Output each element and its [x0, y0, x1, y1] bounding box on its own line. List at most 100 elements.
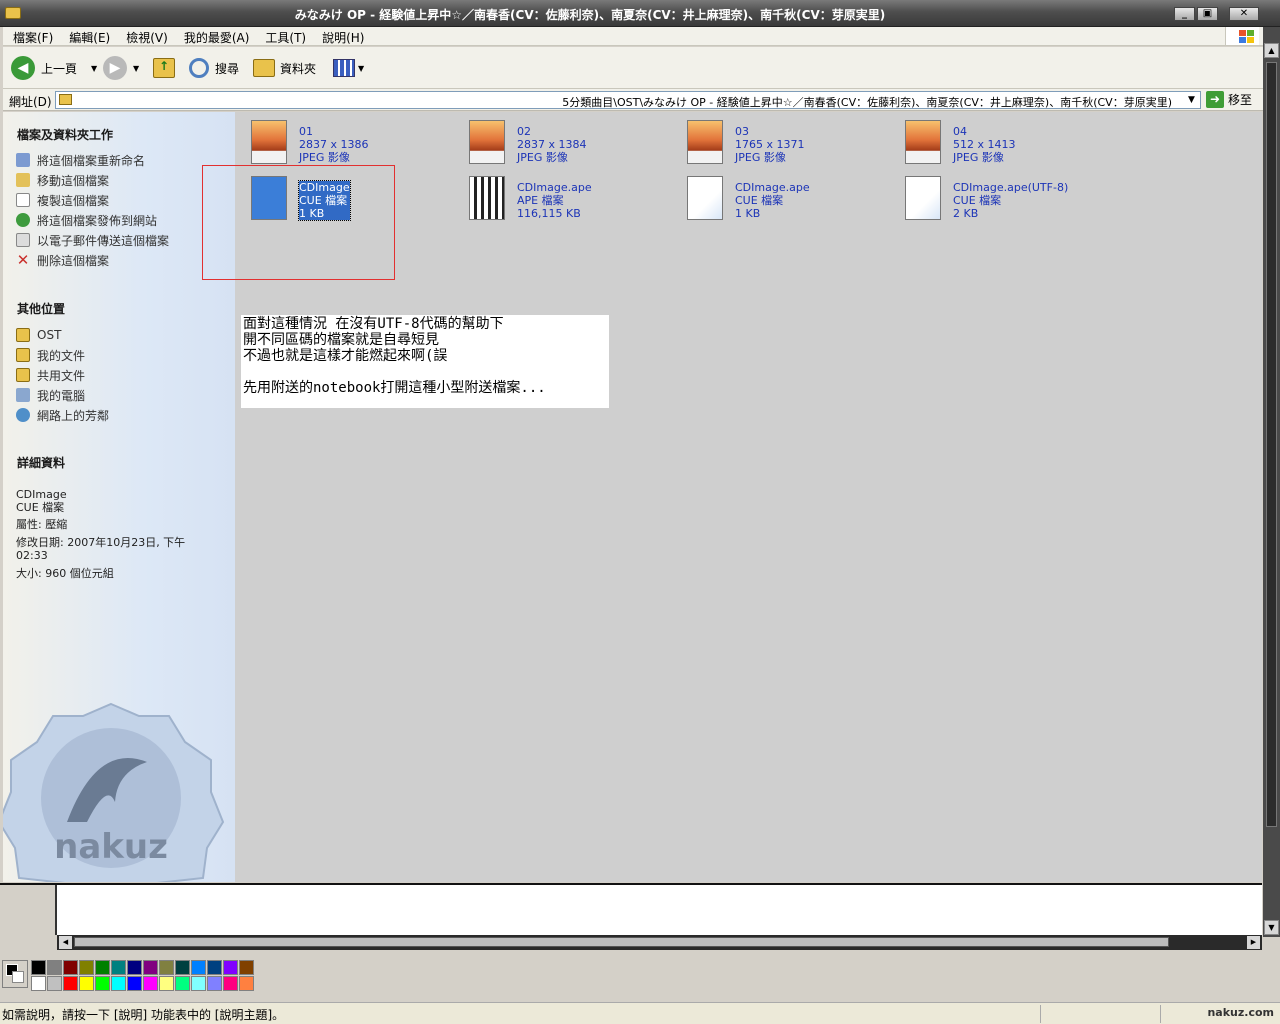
views-button[interactable]: ▼	[333, 55, 364, 81]
vertical-scrollbar[interactable]: ▲ ▼	[1263, 27, 1280, 937]
file-name: 03	[735, 125, 749, 138]
scroll-up-icon[interactable]: ▲	[1264, 43, 1279, 58]
color-swatch[interactable]	[79, 960, 94, 975]
menu-file[interactable]: 檔案(F)	[3, 27, 59, 46]
task-publish[interactable]: 將這個檔案發佈到網站	[16, 211, 157, 229]
detail-size: 大小: 960 個位元組	[16, 567, 114, 580]
color-swatch[interactable]	[159, 960, 174, 975]
place-label: OST	[37, 328, 62, 342]
file-item[interactable]: 03 1765 x 1371 JPEG 影像	[678, 117, 888, 164]
task-label: 以電子郵件傳送這個檔案	[37, 233, 170, 248]
place-shared-documents[interactable]: 共用文件	[16, 366, 85, 384]
search-icon	[189, 58, 209, 78]
color-swatch[interactable]	[63, 976, 78, 991]
search-label: 搜尋	[215, 61, 240, 76]
go-button[interactable]: ➜ 移至	[1206, 91, 1252, 108]
horizontal-scrollbar[interactable]: ◀ ▶	[57, 935, 1262, 950]
other-places-title: 其他位置	[17, 302, 66, 316]
file-name: 04	[953, 125, 967, 138]
menu-help[interactable]: 說明(H)	[312, 27, 370, 46]
place-my-computer[interactable]: 我的電腦	[16, 386, 85, 404]
color-swatch[interactable]	[31, 976, 46, 991]
file-item[interactable]: CDImage.ape CUE 檔案 1 KB	[678, 173, 888, 220]
color-swatch[interactable]	[127, 976, 142, 991]
file-item[interactable]: CDImage.ape(UTF-8) CUE 檔案 2 KB	[896, 173, 1106, 220]
task-delete[interactable]: ✕ 刪除這個檔案	[16, 251, 109, 269]
forward-button[interactable]: ▶ ▼	[103, 55, 139, 81]
back-button[interactable]: ◀ 上一頁 ▼	[11, 55, 97, 81]
color-swatch[interactable]	[79, 976, 94, 991]
color-swatch[interactable]	[207, 976, 222, 991]
place-label: 我的文件	[37, 348, 86, 363]
address-label: 網址(D)	[9, 95, 52, 109]
color-swatch[interactable]	[31, 960, 46, 975]
search-button[interactable]: 搜尋	[189, 55, 239, 81]
color-swatch[interactable]	[239, 976, 254, 991]
close-button[interactable]: ✕	[1229, 7, 1259, 21]
place-my-documents[interactable]: 我的文件	[16, 346, 85, 364]
file-line2: 2837 x 1384	[517, 138, 587, 151]
file-meta: 04 512 x 1413 JPEG 影像	[953, 125, 1016, 164]
place-ost[interactable]: OST	[16, 326, 61, 344]
scroll-down-icon[interactable]: ▼	[1264, 920, 1279, 935]
menu-tools[interactable]: 工具(T)	[255, 27, 312, 46]
chevron-down-icon[interactable]: ▼	[1183, 92, 1200, 108]
up-folder-icon: ↑	[153, 58, 175, 78]
file-item[interactable]: CDImage.ape APE 檔案 116,115 KB	[460, 173, 670, 220]
minimize-button[interactable]: _	[1174, 7, 1195, 21]
task-copy[interactable]: 複製這個檔案	[16, 191, 109, 209]
color-swatch[interactable]	[47, 976, 62, 991]
task-rename[interactable]: 將這個檔案重新命名	[16, 151, 145, 169]
color-swatch[interactable]	[143, 960, 158, 975]
scroll-left-icon[interactable]: ◀	[59, 936, 72, 949]
place-label: 網路上的芳鄰	[37, 408, 110, 423]
color-swatch[interactable]	[191, 960, 206, 975]
color-swatch[interactable]	[143, 976, 158, 991]
color-swatch[interactable]	[175, 960, 190, 975]
address-input[interactable]: 5分類曲目\OST\みなみけ OP - 経験値上昇中☆／南春香(CV：佐藤利奈)…	[55, 91, 1201, 109]
vertical-scroll-thumb[interactable]	[1266, 62, 1277, 827]
menu-view[interactable]: 檢視(V)	[116, 27, 174, 46]
color-swatch[interactable]	[239, 960, 254, 975]
file-item[interactable]: 04 512 x 1413 JPEG 影像	[896, 117, 1106, 164]
menu-favorites[interactable]: 我的最愛(A)	[174, 27, 256, 46]
background-color[interactable]	[12, 971, 24, 983]
file-item[interactable]: 02 2837 x 1384 JPEG 影像	[460, 117, 670, 164]
color-swatch[interactable]	[111, 976, 126, 991]
file-name: 01	[299, 125, 313, 138]
color-swatch[interactable]	[175, 976, 190, 991]
place-label: 我的電腦	[37, 388, 86, 403]
color-swatch[interactable]	[111, 960, 126, 975]
color-swatch[interactable]	[95, 976, 110, 991]
file-meta: 02 2837 x 1384 JPEG 影像	[517, 125, 587, 164]
file-item[interactable]: 01 2837 x 1386 JPEG 影像	[242, 117, 452, 164]
network-icon	[16, 408, 30, 422]
color-swatch[interactable]	[223, 976, 238, 991]
color-swatch[interactable]	[207, 960, 222, 975]
color-swatch[interactable]	[63, 960, 78, 975]
detail-modified: 修改日期: 2007年10月23日, 下午	[16, 536, 186, 549]
up-folder-button[interactable]: ↑	[153, 55, 175, 81]
color-swatch[interactable]	[223, 960, 238, 975]
color-swatch[interactable]	[95, 960, 110, 975]
file-meta: 01 2837 x 1386 JPEG 影像	[299, 125, 369, 164]
maximize-button[interactable]: ▣	[1197, 7, 1218, 21]
color-swatch[interactable]	[159, 976, 174, 991]
color-swatch[interactable]	[127, 960, 142, 975]
canvas-area[interactable]	[0, 883, 1262, 935]
color-swatch[interactable]	[191, 976, 206, 991]
scroll-right-icon[interactable]: ▶	[1247, 936, 1260, 949]
horizontal-scroll-thumb[interactable]	[74, 937, 1169, 947]
color-swatch[interactable]	[47, 960, 62, 975]
toolbar: ◀ 上一頁 ▼ ▶ ▼ ↑ 搜尋 資料夾 ▼	[3, 47, 1263, 89]
folders-button[interactable]: 資料夾	[253, 55, 316, 81]
menu-edit[interactable]: 編輯(E)	[59, 27, 116, 46]
folders-label: 資料夾	[280, 61, 317, 76]
place-network[interactable]: 網路上的芳鄰	[16, 406, 109, 424]
task-email[interactable]: 以電子郵件傳送這個檔案	[16, 231, 169, 249]
badge-text: nakuz	[54, 827, 168, 867]
chevron-down-icon[interactable]: ▼	[133, 64, 139, 73]
file-line3: JPEG 影像	[299, 151, 350, 164]
task-move[interactable]: 移動這個檔案	[16, 171, 109, 189]
chevron-down-icon[interactable]: ▼	[91, 64, 97, 73]
